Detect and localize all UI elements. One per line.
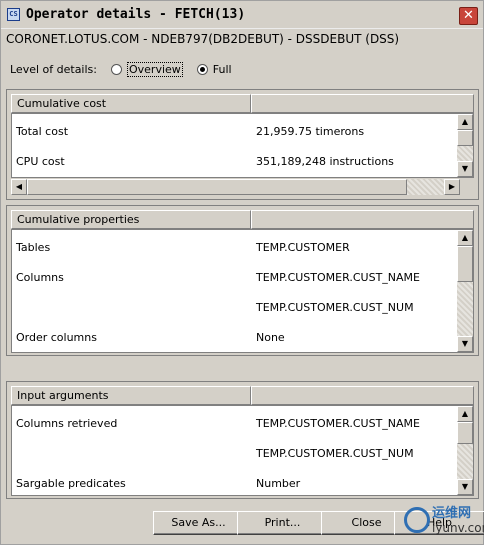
scroll-thumb[interactable] <box>457 422 473 444</box>
cumulative-properties-panel: Cumulative properties Tables TEMP.CUSTOM… <box>6 205 479 356</box>
table-row-value: 351,189,248 instructions <box>256 155 394 168</box>
close-icon[interactable]: ✕ <box>459 7 478 25</box>
properties-vertical-scrollbar[interactable]: ▲ ▼ <box>457 230 473 352</box>
table-row-label: Tables <box>16 241 51 254</box>
scroll-down-arrow-icon[interactable]: ▼ <box>457 161 473 177</box>
table-row-value: 21,959.75 timerons <box>256 125 365 138</box>
input-arguments-panel: Input arguments Columns retrieved TEMP.C… <box>6 381 479 499</box>
table-row-label: Total cost <box>16 125 69 138</box>
properties-header-cell[interactable]: Cumulative properties <box>11 210 251 229</box>
arguments-header-cell[interactable]: Input arguments <box>11 386 251 405</box>
app-icon: CS <box>7 8 20 21</box>
table-row-value: None <box>256 331 285 344</box>
table-row-value: TEMP.CUSTOMER.CUST_NAME <box>256 271 420 284</box>
title-bar[interactable]: CS Operator details - FETCH(13) ✕ <box>1 1 483 29</box>
table-row-label: Order columns <box>16 331 97 344</box>
watermark-line1: 运维网 <box>432 506 472 521</box>
table-row-label: Columns <box>16 271 64 284</box>
scroll-down-arrow-icon[interactable]: ▼ <box>457 479 473 495</box>
scroll-thumb[interactable] <box>457 246 473 282</box>
connection-subtitle: CORONET.LOTUS.COM - NDEB797(DB2DEBUT) - … <box>6 32 400 46</box>
print-button[interactable]: Print... <box>237 511 328 535</box>
full-label[interactable]: Full <box>213 63 232 76</box>
save-as-button[interactable]: Save As... <box>153 511 244 535</box>
watermark-logo-icon <box>404 507 430 533</box>
cost-vertical-scrollbar[interactable]: ▲ ▼ <box>457 114 473 177</box>
table-row-label: Columns retrieved <box>16 417 118 430</box>
properties-table-header: Cumulative properties <box>11 210 474 229</box>
table-row-label: Sargable predicates <box>16 477 126 490</box>
watermark-line2: iyunv.com <box>432 521 484 535</box>
overview-radio[interactable] <box>111 63 122 75</box>
cost-table-body: Total cost 21,959.75 timerons CPU cost 3… <box>11 113 474 178</box>
arguments-table-body: Columns retrieved TEMP.CUSTOMER.CUST_NAM… <box>11 405 474 496</box>
scroll-up-arrow-icon[interactable]: ▲ <box>457 406 473 422</box>
properties-table-body: Tables TEMP.CUSTOMER Columns TEMP.CUSTOM… <box>11 229 474 353</box>
cost-header-cell[interactable]: Cumulative cost <box>11 94 251 113</box>
level-of-details-label: Level of details: <box>10 62 97 76</box>
properties-header-value-cell[interactable] <box>251 210 474 229</box>
scroll-thumb[interactable] <box>27 179 407 195</box>
level-of-details-row: Level of details: Overview Full <box>10 61 232 77</box>
table-row-label: CPU cost <box>16 155 65 168</box>
scroll-right-arrow-icon[interactable]: ▶ <box>444 179 460 195</box>
scroll-left-arrow-icon[interactable]: ◀ <box>11 179 27 195</box>
table-row-value: Number <box>256 477 301 490</box>
scroll-up-arrow-icon[interactable]: ▲ <box>457 114 473 130</box>
cost-table-header: Cumulative cost <box>11 94 474 113</box>
operator-details-window: CS Operator details - FETCH(13) ✕ CORONE… <box>0 0 484 545</box>
overview-label[interactable]: Overview <box>127 61 183 77</box>
scroll-up-arrow-icon[interactable]: ▲ <box>457 230 473 246</box>
full-radio[interactable] <box>196 63 208 75</box>
arguments-vertical-scrollbar[interactable]: ▲ ▼ <box>457 406 473 495</box>
arguments-header-value-cell[interactable] <box>251 386 474 405</box>
scroll-down-arrow-icon[interactable]: ▼ <box>457 336 473 352</box>
cumulative-cost-panel: Cumulative cost Total cost 21,959.75 tim… <box>6 89 479 200</box>
window-title: Operator details - FETCH(13) <box>26 7 246 22</box>
watermark: 运维网 iyunv.com <box>404 501 484 545</box>
table-row-value: TEMP.CUSTOMER.CUST_NUM <box>256 301 414 314</box>
table-row-value: TEMP.CUSTOMER <box>256 241 350 254</box>
scroll-thumb[interactable] <box>457 130 473 146</box>
arguments-table-header: Input arguments <box>11 386 474 405</box>
table-row-value: TEMP.CUSTOMER.CUST_NUM <box>256 447 414 460</box>
cost-horizontal-scrollbar[interactable]: ◀ ▶ <box>11 179 460 195</box>
cost-header-value-cell[interactable] <box>251 94 474 113</box>
table-row-value: TEMP.CUSTOMER.CUST_NAME <box>256 417 420 430</box>
